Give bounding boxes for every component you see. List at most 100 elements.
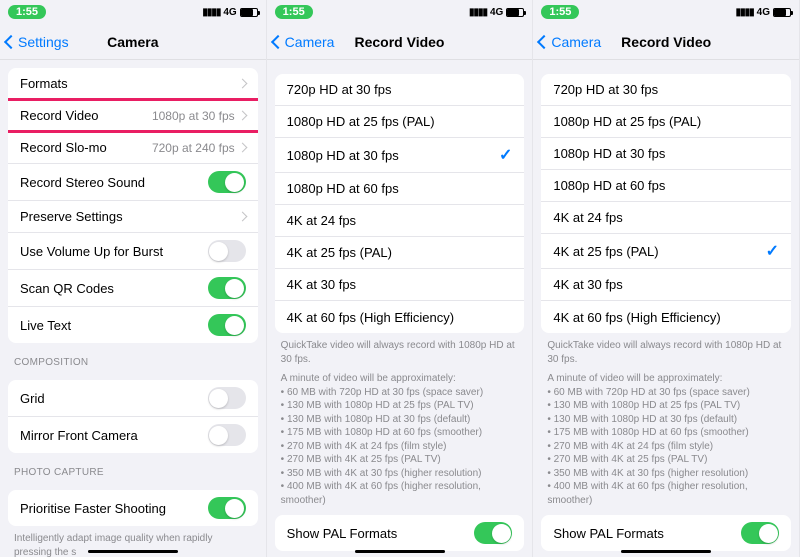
chevron-left-icon [271,34,285,48]
option-row[interactable]: 1080p HD at 25 fps (PAL) [541,106,791,138]
nav-bar: Camera Record Video [533,24,799,60]
option-label: 1080p HD at 30 fps [553,146,779,161]
screen-camera-settings: 1:55 ▮▮▮▮ 4G Settings Camera Formats Rec… [0,0,267,557]
option-label: 1080p HD at 25 fps (PAL) [287,114,513,129]
option-row[interactable]: 4K at 24 fps [541,202,791,234]
approx-line: 175 MB with 1080p HD at 60 fps (smoother… [547,426,785,440]
approx-line: 350 MB with 4K at 30 fps (higher resolut… [547,467,785,481]
option-label: 4K at 30 fps [553,277,779,292]
option-label: 1080p HD at 30 fps [287,148,499,163]
toggle-live-text[interactable] [208,314,246,336]
option-label: 4K at 24 fps [287,213,513,228]
toggle-grid[interactable] [208,387,246,409]
row-label: Record Stereo Sound [20,175,208,190]
option-label: 4K at 60 fps (High Efficiency) [553,310,779,325]
nav-bar: Settings Camera [0,24,266,60]
approx-heading: A minute of video will be approximately: [281,372,519,386]
row-show-pal[interactable]: Show PAL Formats [275,515,525,551]
option-row[interactable]: 1080p HD at 60 fps [275,173,525,205]
chevron-right-icon [237,212,247,222]
checkmark-icon: ✓ [766,241,779,261]
settings-list: Formats Record Video 1080p at 30 fps Rec… [0,60,266,557]
approx-line: 270 MB with 4K at 24 fps (film style) [547,440,785,454]
option-row[interactable]: 4K at 24 fps [275,205,525,237]
option-label: 1080p HD at 25 fps (PAL) [553,114,779,129]
approx-heading: A minute of video will be approximately: [547,372,785,386]
status-right: ▮▮▮▮ 4G [202,7,257,18]
row-label: Use Volume Up for Burst [20,244,208,259]
back-label: Camera [285,34,335,50]
back-button[interactable]: Settings [6,34,69,50]
option-row[interactable]: 4K at 25 fps (PAL) [275,237,525,269]
option-row[interactable]: 4K at 25 fps (PAL)✓ [541,234,791,269]
option-row[interactable]: 4K at 30 fps [541,269,791,301]
row-label: Show PAL Formats [553,526,741,541]
back-button[interactable]: Camera [273,34,335,50]
approx-line: 130 MB with 1080p HD at 30 fps (default) [281,413,519,427]
row-scan-qr[interactable]: Scan QR Codes [8,270,258,307]
row-formats[interactable]: Formats [8,68,258,100]
approx-line: 130 MB with 1080p HD at 25 fps (PAL TV) [281,399,519,413]
row-label: Record Video [20,108,152,123]
battery-icon [773,8,791,17]
row-record-slomo[interactable]: Record Slo-mo 720p at 240 fps [8,132,258,164]
row-volume-burst[interactable]: Use Volume Up for Burst [8,233,258,270]
home-indicator[interactable] [355,550,445,553]
signal-icon: ▮▮▮▮ [202,7,220,18]
row-live-text[interactable]: Live Text [8,307,258,343]
option-row[interactable]: 4K at 60 fps (High Efficiency) [275,301,525,333]
row-show-pal[interactable]: Show PAL Formats [541,515,791,551]
option-row[interactable]: 1080p HD at 60 fps [541,170,791,202]
toggle-stereo[interactable] [208,171,246,193]
battery-icon [240,8,258,17]
option-label: 1080p HD at 60 fps [553,178,779,193]
network-label: 4G [490,7,503,18]
approx-line: 60 MB with 720p HD at 30 fps (space save… [281,386,519,400]
option-row[interactable]: 1080p HD at 30 fps✓ [275,138,525,173]
approx-line: 130 MB with 1080p HD at 30 fps (default) [547,413,785,427]
option-row[interactable]: 4K at 30 fps [275,269,525,301]
option-row[interactable]: 4K at 60 fps (High Efficiency) [541,301,791,333]
option-label: 4K at 24 fps [553,210,779,225]
status-time: 1:55 [8,5,46,19]
chevron-left-icon [4,34,18,48]
option-row[interactable]: 720p HD at 30 fps [275,74,525,106]
home-indicator[interactable] [88,550,178,553]
network-label: 4G [757,7,770,18]
toggle-show-pal[interactable] [474,522,512,544]
status-time: 1:55 [275,5,313,19]
chevron-right-icon [237,111,247,121]
checkmark-icon: ✓ [499,145,512,165]
group-header-photo-capture: PHOTO CAPTURE [0,453,266,482]
option-row[interactable]: 1080p HD at 30 fps [541,138,791,170]
toggle-volume-burst[interactable] [208,240,246,262]
chevron-left-icon [537,34,551,48]
option-label: 4K at 30 fps [287,277,513,292]
row-label: Preserve Settings [20,209,239,224]
status-bar: 1:55 ▮▮▮▮ 4G [533,0,799,24]
group-header-composition: COMPOSITION [0,343,266,372]
row-preserve-settings[interactable]: Preserve Settings [8,201,258,233]
row-record-video[interactable]: Record Video 1080p at 30 fps [8,100,258,132]
toggle-prioritise[interactable] [208,497,246,519]
option-label: 4K at 25 fps (PAL) [553,244,765,259]
signal-icon: ▮▮▮▮ [469,7,487,18]
row-grid[interactable]: Grid [8,380,258,417]
row-label: Live Text [20,318,208,333]
screen-record-video-a: 1:55 ▮▮▮▮ 4G Camera Record Video 720p HD… [267,0,534,557]
row-stereo-sound[interactable]: Record Stereo Sound [8,164,258,201]
toggle-mirror[interactable] [208,424,246,446]
approx-line: 175 MB with 1080p HD at 60 fps (smoother… [281,426,519,440]
option-row[interactable]: 720p HD at 30 fps [541,74,791,106]
back-label: Settings [18,34,69,50]
back-button[interactable]: Camera [539,34,601,50]
battery-icon [506,8,524,17]
row-mirror-front[interactable]: Mirror Front Camera [8,417,258,453]
back-label: Camera [551,34,601,50]
row-prioritise-faster[interactable]: Prioritise Faster Shooting [8,490,258,526]
option-row[interactable]: 1080p HD at 25 fps (PAL) [275,106,525,138]
quicktake-note: QuickTake video will always record with … [533,333,799,366]
toggle-show-pal[interactable] [741,522,779,544]
home-indicator[interactable] [621,550,711,553]
toggle-scan-qr[interactable] [208,277,246,299]
